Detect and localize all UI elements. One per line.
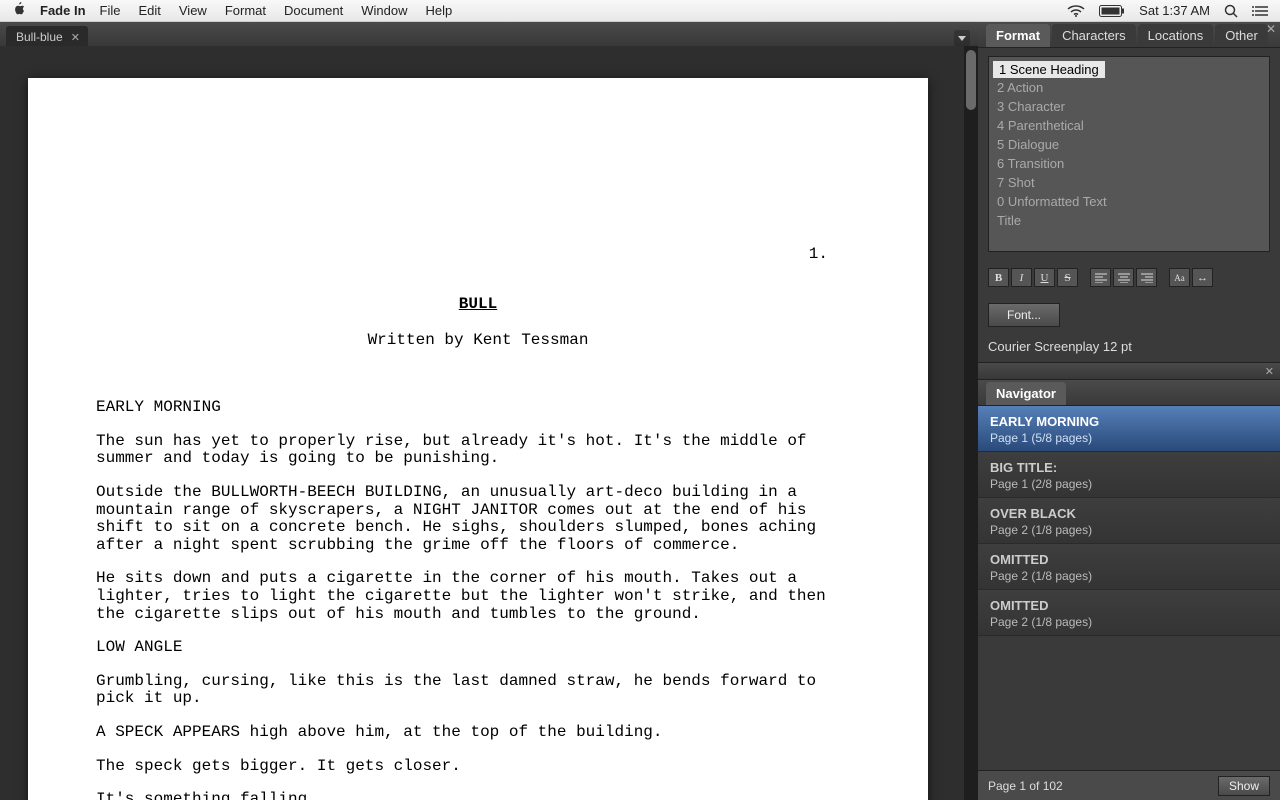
navigator-item[interactable]: OMITTED Page 2 (1/8 pages) (978, 544, 1280, 590)
font-button[interactable]: Font... (988, 303, 1060, 327)
format-panel: 1 Scene Heading 2 Action 3 Character 4 P… (978, 48, 1280, 362)
font-status: Courier Screenplay 12 pt (988, 339, 1270, 354)
strike-button[interactable]: S (1057, 268, 1078, 287)
navigator-item[interactable]: EARLY MORNING Page 1 (5/8 pages) (978, 406, 1280, 452)
action-paragraph: It's something falling. (96, 791, 860, 800)
menu-view[interactable]: View (179, 3, 207, 18)
align-center-button[interactable] (1113, 268, 1134, 287)
navigator-item-sub: Page 2 (1/8 pages) (990, 523, 1268, 537)
element-action[interactable]: 2 Action (989, 78, 1269, 97)
menu-help[interactable]: Help (426, 3, 453, 18)
right-panel: ✕ Format Characters Locations Other 1 Sc… (978, 22, 1280, 800)
element-list: 1 Scene Heading 2 Action 3 Character 4 P… (988, 56, 1270, 252)
page-count: Page 1 of 102 (988, 779, 1063, 793)
tab-dropdown[interactable] (954, 30, 970, 46)
navigator-item-sub: Page 2 (1/8 pages) (990, 569, 1268, 583)
action-paragraph: A SPECK APPEARS high above him, at the t… (96, 724, 860, 742)
element-character[interactable]: 3 Character (989, 97, 1269, 116)
menu-document[interactable]: Document (284, 3, 343, 18)
scene-heading: LOW ANGLE (96, 639, 860, 657)
navigator-item-heading: BIG TITLE: (990, 460, 1268, 475)
navigator-item-sub: Page 1 (5/8 pages) (990, 431, 1268, 445)
menu-format[interactable]: Format (225, 3, 266, 18)
element-shot[interactable]: 7 Shot (989, 173, 1269, 192)
scrollbar-handle[interactable] (966, 50, 976, 110)
menubar-clock[interactable]: Sat 1:37 AM (1139, 3, 1210, 18)
navigator-item-heading: OVER BLACK (990, 506, 1268, 521)
spotlight-icon[interactable] (1224, 4, 1238, 18)
format-toolbar: B I U S Aa ↔ (988, 268, 1270, 287)
navigator-item[interactable]: BIG TITLE: Page 1 (2/8 pages) (978, 452, 1280, 498)
tab-other[interactable]: Other (1215, 24, 1268, 47)
case-button[interactable]: Aa (1169, 268, 1190, 287)
navigator-item-heading: OMITTED (990, 598, 1268, 613)
battery-icon[interactable] (1099, 5, 1125, 17)
element-scene-heading[interactable]: 1 Scene Heading (993, 61, 1105, 78)
menu-file[interactable]: File (100, 3, 121, 18)
page-number: 1. (809, 246, 828, 264)
action-paragraph: The sun has yet to properly rise, but al… (96, 433, 860, 468)
document-tab-label: Bull-blue (16, 30, 63, 44)
script-title: BULL (96, 296, 860, 314)
scene-heading: EARLY MORNING (96, 399, 860, 417)
close-icon[interactable]: ✕ (71, 31, 80, 44)
navigator-item-heading: OMITTED (990, 552, 1268, 567)
navigator-tabs: Navigator (978, 380, 1280, 406)
document-tab[interactable]: Bull-blue ✕ (6, 26, 88, 46)
element-transition[interactable]: 6 Transition (989, 154, 1269, 173)
align-left-button[interactable] (1090, 268, 1111, 287)
bold-button[interactable]: B (988, 268, 1009, 287)
element-unformatted[interactable]: 0 Unformatted Text (989, 192, 1269, 211)
action-paragraph: Grumbling, cursing, like this is the las… (96, 673, 860, 708)
navigator-item-heading: EARLY MORNING (990, 414, 1268, 429)
navigator-item-sub: Page 2 (1/8 pages) (990, 615, 1268, 629)
tab-navigator[interactable]: Navigator (986, 382, 1066, 405)
menu-window[interactable]: Window (361, 3, 407, 18)
editor-scrollbar[interactable] (964, 46, 978, 800)
navigator-item[interactable]: OMITTED Page 2 (1/8 pages) (978, 590, 1280, 636)
menu-edit[interactable]: Edit (138, 3, 160, 18)
navigator-list: EARLY MORNING Page 1 (5/8 pages) BIG TIT… (978, 406, 1280, 770)
align-right-button[interactable] (1136, 268, 1157, 287)
app-name[interactable]: Fade In (40, 3, 86, 18)
document-tabbar: Bull-blue ✕ (0, 22, 978, 46)
wifi-icon[interactable] (1067, 5, 1085, 17)
navigator-item-sub: Page 1 (2/8 pages) (990, 477, 1268, 491)
close-icon[interactable]: ✕ (1266, 22, 1276, 36)
close-icon[interactable]: ✕ (1265, 365, 1274, 378)
script-page[interactable]: 1. BULL Written by Kent Tessman EARLY MO… (28, 78, 928, 800)
menu-list-icon[interactable] (1252, 5, 1268, 17)
menubar: Fade In File Edit View Format Document W… (0, 0, 1280, 22)
navigator-item[interactable]: OVER BLACK Page 2 (1/8 pages) (978, 498, 1280, 544)
italic-button[interactable]: I (1011, 268, 1032, 287)
action-paragraph: Outside the BULLWORTH-BEECH BUILDING, an… (96, 484, 860, 554)
tab-format[interactable]: Format (986, 24, 1050, 47)
show-button[interactable]: Show (1218, 776, 1270, 796)
right-panel-tabs: Format Characters Locations Other (978, 22, 1280, 48)
action-paragraph: He sits down and puts a cigarette in the… (96, 570, 860, 623)
element-dialogue[interactable]: 5 Dialogue (989, 135, 1269, 154)
editor-area[interactable]: 1. BULL Written by Kent Tessman EARLY MO… (0, 46, 978, 800)
element-parenthetical[interactable]: 4 Parenthetical (989, 116, 1269, 135)
script-author: Written by Kent Tessman (96, 332, 860, 350)
action-paragraph: The speck gets bigger. It gets closer. (96, 758, 860, 776)
panel-divider[interactable]: ✕ (978, 362, 1280, 380)
apple-icon[interactable] (12, 2, 26, 19)
tab-locations[interactable]: Locations (1138, 24, 1214, 47)
navigator-footer: Page 1 of 102 Show (978, 770, 1280, 800)
underline-button[interactable]: U (1034, 268, 1055, 287)
tab-characters[interactable]: Characters (1052, 24, 1136, 47)
expand-button[interactable]: ↔ (1192, 268, 1213, 287)
element-title[interactable]: Title (989, 211, 1269, 230)
